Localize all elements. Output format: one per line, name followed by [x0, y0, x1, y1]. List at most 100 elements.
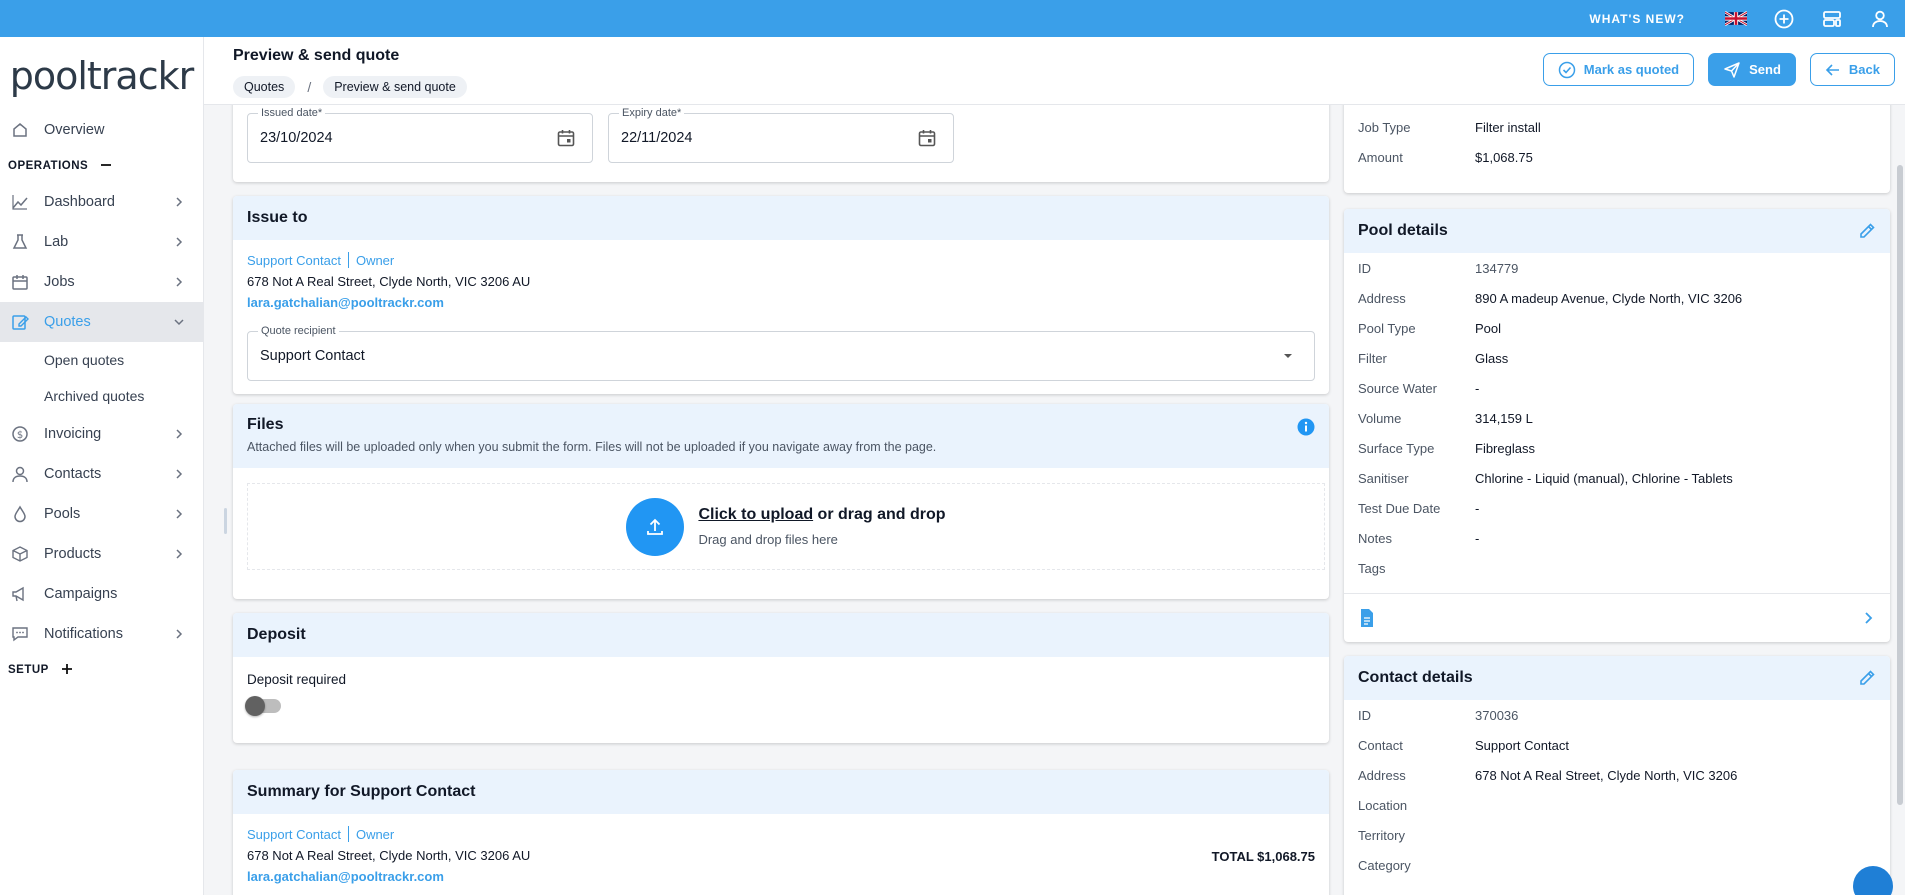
- user-icon[interactable]: [1869, 8, 1891, 30]
- back-button[interactable]: Back: [1809, 53, 1895, 86]
- calendar-icon[interactable]: [556, 128, 576, 148]
- sidebar-item-label: Overview: [44, 122, 105, 138]
- sidebar-item-label: Jobs: [44, 274, 75, 290]
- pool-surface-type-row: Surface Type Fibreglass: [1358, 440, 1535, 456]
- contact-name-row: Contact Support Contact: [1358, 737, 1569, 753]
- chat-bubble-icon: [10, 624, 30, 644]
- quote-recipient-select[interactable]: Quote recipient Support Contact: [247, 325, 1315, 381]
- issue-to-card: Issue to Support Contact Owner 678 Not A…: [233, 196, 1329, 394]
- edit-pencil-icon[interactable]: [1858, 222, 1876, 240]
- job-info-card: Job Type Filter install Amount $1,068.75: [1344, 105, 1890, 193]
- sidebar-item-label: Notifications: [44, 626, 123, 642]
- chevron-right-icon: [176, 509, 183, 519]
- chevron-right-icon[interactable]: [1862, 611, 1876, 625]
- contact-email[interactable]: lara.gatchalian@pooltrackr.com: [247, 295, 1315, 310]
- card-header: Issue to: [233, 196, 1329, 240]
- summary-card: Summary for Support Contact Support Cont…: [233, 770, 1329, 895]
- chevron-right-icon: [176, 549, 183, 559]
- expiry-date-field[interactable]: Expiry date* 22/11/2024: [608, 107, 954, 163]
- contact-address: 678 Not A Real Street, Clyde North, VIC …: [247, 848, 531, 863]
- click-to-upload-link[interactable]: Click to upload: [698, 506, 813, 523]
- sidebar-item-label: Quotes: [44, 314, 91, 330]
- contact-id-row: ID 370036: [1358, 707, 1519, 723]
- sidebar-item-quotes[interactable]: Quotes: [0, 302, 203, 342]
- sidebar-subitem-archived-quotes[interactable]: Archived quotes: [0, 378, 203, 414]
- card-title: Files: [247, 416, 284, 433]
- breadcrumb-separator: /: [307, 79, 312, 95]
- deposit-required-toggle[interactable]: [245, 696, 281, 716]
- chevron-right-icon: [176, 277, 183, 287]
- breadcrumb-quotes[interactable]: Quotes: [233, 76, 296, 98]
- sidebar-item-dashboard[interactable]: Dashboard: [0, 182, 203, 222]
- sidebar-item-invoicing[interactable]: $ Invoicing: [0, 414, 203, 454]
- page-header: Preview & send quote Quotes / Preview & …: [204, 37, 1905, 105]
- box-icon: [10, 544, 30, 564]
- sidebar: pooltrackr Overview OPERATIONS Dashboard…: [0, 37, 204, 895]
- chevron-right-icon: [176, 237, 183, 247]
- pool-type-row: Pool Type Pool: [1358, 320, 1502, 336]
- sidebar-item-label: Lab: [44, 234, 69, 250]
- issued-date-field[interactable]: Issued date* 23/10/2024: [247, 107, 593, 163]
- chart-line-icon: [10, 192, 30, 212]
- sidebar-item-lab[interactable]: Lab: [0, 222, 203, 262]
- sidebar-item-products[interactable]: Products: [0, 534, 203, 574]
- dropzone-hint: Drag and drop files here: [698, 532, 838, 547]
- dashboard-customize-icon[interactable]: [1821, 8, 1843, 30]
- dates-card: Issued date* 23/10/2024 Expiry date* 22/…: [233, 105, 1329, 182]
- pool-notes-row: Notes -: [1358, 530, 1480, 546]
- collapse-icon[interactable]: [100, 159, 112, 174]
- deposit-required-label: Deposit required: [247, 672, 347, 687]
- document-icon[interactable]: [1358, 608, 1376, 628]
- card-header: Pool details: [1344, 209, 1890, 253]
- card-title: Summary for Support Contact: [247, 783, 476, 800]
- contact-category-row: Category: [1358, 857, 1411, 873]
- contact-link[interactable]: Support Contact: [247, 253, 341, 268]
- info-icon[interactable]: [1297, 418, 1315, 436]
- sidebar-item-label: Dashboard: [44, 194, 115, 210]
- contact-location-row: Location: [1358, 797, 1408, 813]
- card-header: Deposit: [233, 613, 1329, 657]
- home-icon: [10, 120, 30, 140]
- breadcrumb: Quotes / Preview & send quote: [233, 76, 467, 98]
- sidebar-subitem-open-quotes[interactable]: Open quotes: [0, 342, 203, 378]
- upload-button[interactable]: [626, 497, 685, 556]
- file-dropzone[interactable]: Click to upload or drag and drop Drag an…: [247, 483, 1325, 570]
- operations-section[interactable]: OPERATIONS: [0, 150, 203, 182]
- logo[interactable]: pooltrackr: [0, 42, 203, 110]
- field-label: Issued date*: [258, 107, 326, 119]
- contact-address: 678 Not A Real Street, Clyde North, VIC …: [247, 274, 531, 289]
- breadcrumb-current: Preview & send quote: [323, 76, 467, 98]
- card-header: Contact details: [1344, 656, 1890, 700]
- send-button[interactable]: Send: [1708, 53, 1796, 86]
- sidebar-item-campaigns[interactable]: Campaigns: [0, 574, 203, 614]
- contact-link[interactable]: Support Contact: [247, 827, 341, 842]
- pool-tags-row: Tags: [1358, 560, 1386, 576]
- person-icon: [10, 464, 30, 484]
- calendar-icon: [10, 272, 30, 292]
- contact-details-card: Contact details ID 370036 Contact Support …: [1344, 656, 1890, 895]
- setup-section[interactable]: SETUP: [0, 654, 203, 686]
- edit-pencil-icon[interactable]: [1858, 669, 1876, 687]
- sidebar-item-pools[interactable]: Pools: [0, 494, 203, 534]
- sidebar-item-label: Contacts: [44, 466, 102, 482]
- contact-email[interactable]: lara.gatchalian@pooltrackr.com: [247, 869, 1315, 884]
- sidebar-item-label: Pools: [44, 506, 81, 522]
- sidebar-item-contacts[interactable]: Contacts: [0, 454, 203, 494]
- uk-flag-icon[interactable]: [1725, 8, 1747, 30]
- sidebar-item-notifications[interactable]: Notifications: [0, 614, 203, 654]
- chevron-down-icon: [174, 319, 184, 326]
- pool-id-row: ID 134779: [1358, 260, 1519, 276]
- calendar-icon[interactable]: [917, 128, 937, 148]
- contact-address-row: Address 678 Not A Real Street, Clyde Nort…: [1358, 767, 1738, 783]
- add-circle-icon[interactable]: [1773, 8, 1795, 30]
- scrollbar-thumb[interactable]: [1897, 165, 1903, 805]
- contact-territory-row: Territory: [1358, 827, 1405, 843]
- role-label: Owner: [355, 826, 395, 842]
- whats-new-link[interactable]: WHAT'S NEW?: [1589, 12, 1685, 26]
- role-label: Owner: [355, 252, 395, 268]
- sidebar-item-overview[interactable]: Overview: [0, 110, 203, 150]
- job-type-row: Job Type Filter install: [1358, 119, 1541, 135]
- expand-plus-icon[interactable]: [61, 663, 73, 678]
- mark-as-quoted-button[interactable]: Mark as quoted: [1542, 53, 1695, 86]
- sidebar-item-jobs[interactable]: Jobs: [0, 262, 203, 302]
